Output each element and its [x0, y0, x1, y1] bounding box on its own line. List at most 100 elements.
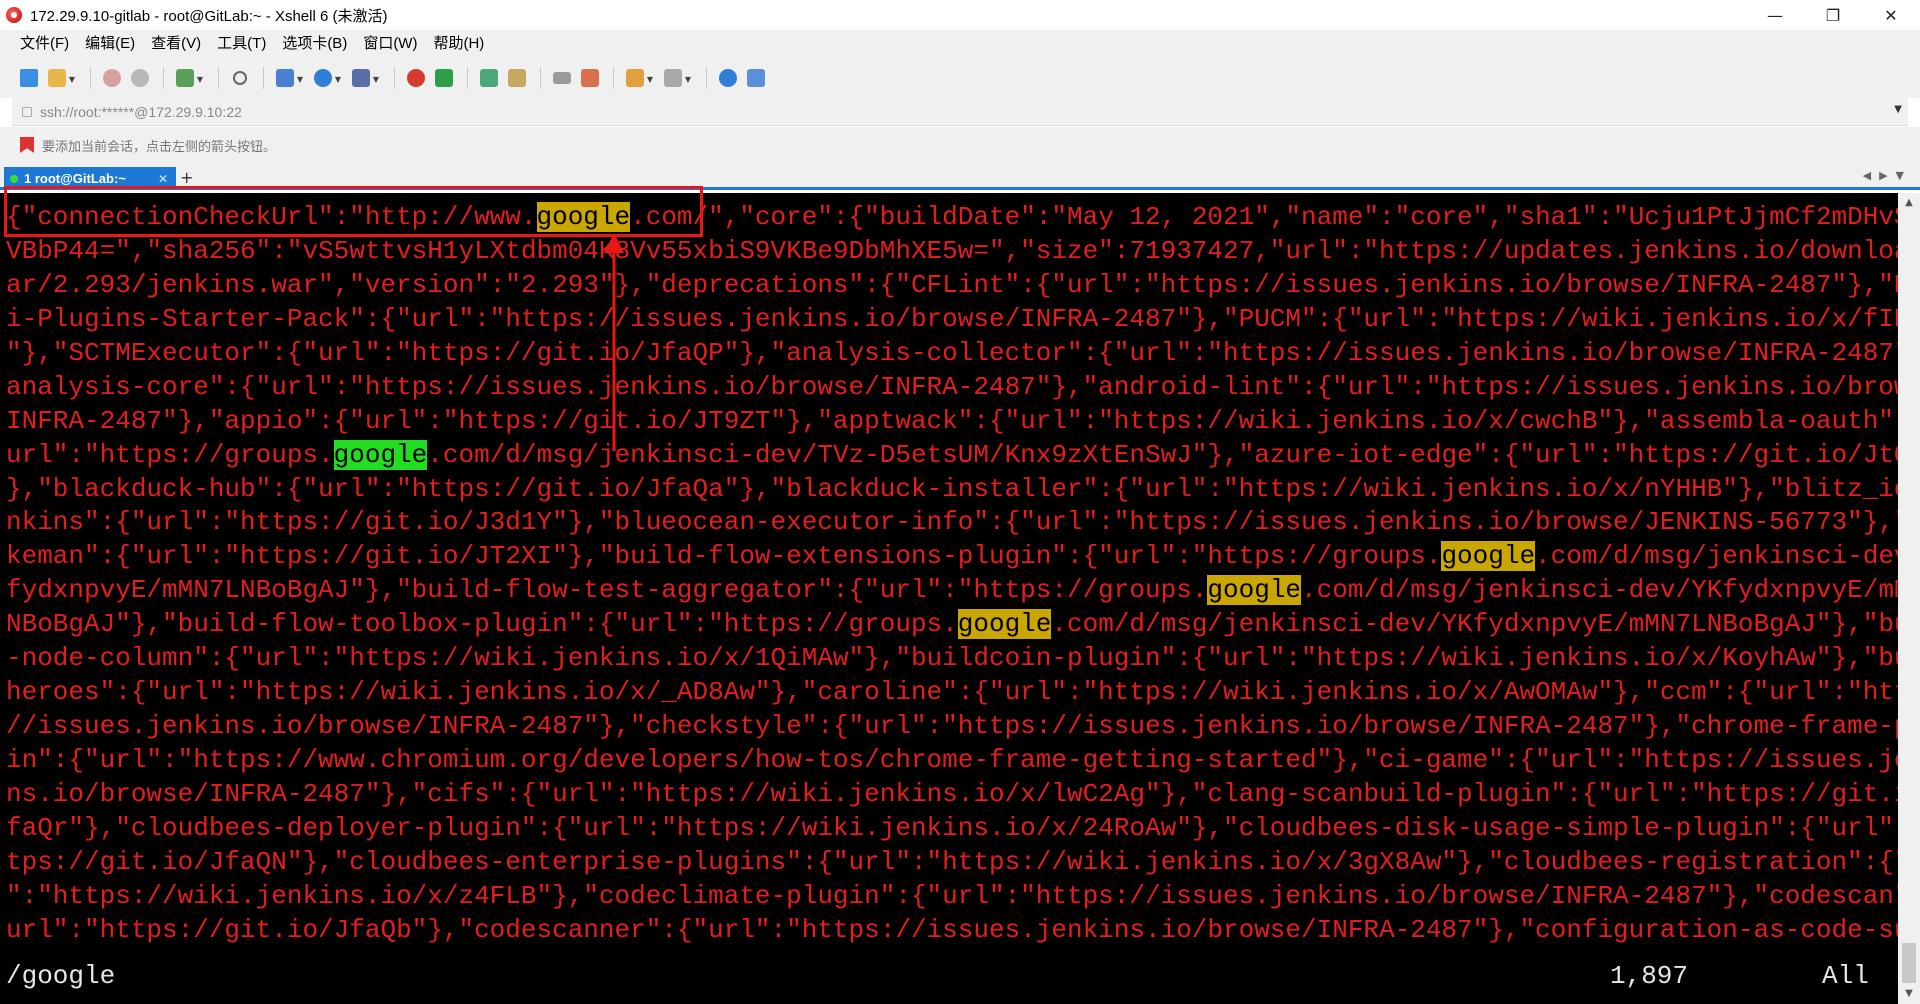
font-icon[interactable]: ▼: [348, 65, 379, 91]
xshell-icon[interactable]: [403, 65, 429, 91]
terminal-text: NBoBgAJ"},"build-flow-toolbox-plugin":{"…: [6, 609, 958, 640]
menu-tools[interactable]: 工具(T): [209, 30, 274, 58]
terminal-line: },"blackduck-hub":{"url":"https://git.io…: [6, 473, 1898, 507]
terminal-line: in":{"url":"https://www.chromium.org/dev…: [6, 744, 1898, 778]
terminal-text: analysis-core":{"url":"https://issues.je…: [6, 371, 1898, 402]
terminal-line: ar/2.293/jenkins.war","version":"2.293"}…: [6, 269, 1898, 303]
scroll-down-icon[interactable]: ▼: [1898, 984, 1920, 1004]
menu-window[interactable]: 窗口(W): [355, 30, 425, 58]
toolbar: ▼ ▼ ▼ ▼ ▼ ▼ ▼: [0, 58, 1920, 98]
close-button[interactable]: ✕: [1862, 0, 1920, 30]
terminal-line: VBbP44=","sha256":"vS5wttvsH1yLXtdbm04K8…: [6, 235, 1898, 269]
toolbar-separator: [263, 67, 264, 89]
terminal-line: i-Plugins-Starter-Pack":{"url":"https://…: [6, 303, 1898, 337]
terminal-line: nkins":{"url":"https://git.io/J3d1Y"},"b…: [6, 506, 1898, 540]
terminal-text: //issues.jenkins.io/browse/INFRA-2487"},…: [6, 711, 1898, 742]
cursor-position: 1,897: [1610, 961, 1689, 991]
lock-icon: [22, 106, 32, 117]
toolbar-separator: [467, 67, 468, 89]
maximize-button[interactable]: ❐: [1804, 0, 1862, 30]
toolbar-separator: [613, 67, 614, 89]
fullscreen-icon[interactable]: [476, 65, 502, 91]
terminal-line: heroes":{"url":"https://wiki.jenkins.io/…: [6, 676, 1898, 710]
xftp-icon[interactable]: [431, 65, 457, 91]
highlight-icon[interactable]: [577, 65, 603, 91]
connected-status-icon: [10, 174, 18, 183]
lock-icon[interactable]: [504, 65, 530, 91]
terminal-text: fydxnpvyE/mMN7LNBoBgAJ"},"build-flow-tes…: [6, 575, 1208, 606]
terminal-line: ":"https://wiki.jenkins.io/x/z4FLB"},"co…: [6, 880, 1898, 914]
find-icon[interactable]: [227, 65, 253, 91]
address-field[interactable]: ssh://root:******@172.29.9.10:22: [40, 104, 242, 120]
terminal-text: INFRA-2487"},"appio":{"url":"https://git…: [6, 405, 1898, 436]
disconnect-icon[interactable]: [127, 65, 153, 91]
toolbar-separator: [90, 67, 91, 89]
help-icon[interactable]: [715, 65, 741, 91]
scroll-up-icon[interactable]: ▲: [1898, 193, 1920, 213]
terminal-line: url":"https://git.io/JfaQb"},"codescanne…: [6, 914, 1898, 948]
terminal-line: keman":{"url":"https://git.io/JT2XI"},"b…: [6, 540, 1898, 574]
scrollbar-thumb[interactable]: [1902, 943, 1916, 983]
keyboard-icon[interactable]: [549, 65, 575, 91]
close-icon[interactable]: ✕: [158, 172, 172, 186]
terminal-text: nkins":{"url":"https://git.io/J3d1Y"},"b…: [6, 507, 1898, 538]
terminal-line: "},"SCTMExecutor":{"url":"https://git.io…: [6, 337, 1898, 371]
current-search-match: google: [333, 439, 428, 470]
terminal-line: ns.io/browse/INFRA-2487"},"cifs":{"url":…: [6, 778, 1898, 812]
menu-bar: 文件(F) 编辑(E) 查看(V) 工具(T) 选项卡(B) 窗口(W) 帮助(…: [0, 30, 1920, 58]
terminal-text: ns.io/browse/INFRA-2487"},"cifs":{"url":…: [6, 778, 1898, 809]
new-session-icon[interactable]: [16, 65, 42, 91]
toolbar-separator: [163, 67, 164, 89]
bookmark-icon[interactable]: [20, 137, 34, 153]
terminal-text: url":"https://groups.: [6, 439, 334, 470]
compose-icon[interactable]: ▼: [622, 65, 653, 91]
minimize-button[interactable]: —: [1746, 0, 1804, 30]
terminal-text: .com/","core":{"buildDate":"May 12, 2021…: [630, 202, 1898, 232]
menu-view[interactable]: 查看(V): [143, 30, 209, 58]
annotation-highlight-box: [4, 186, 703, 237]
terminal-text: .com/d/msg/jenkinsci-dev/TVz-D5etsUM/Knx…: [427, 439, 1898, 470]
search-match: google: [1441, 541, 1536, 572]
toolbar-separator: [394, 67, 395, 89]
terminal-scrollbar[interactable]: ▲ ▼: [1898, 193, 1920, 1004]
globe-icon[interactable]: ▼: [310, 65, 341, 91]
menu-edit[interactable]: 编辑(E): [77, 30, 143, 58]
terminal-area[interactable]: {"connectionCheckUrl":"http://www.google…: [0, 193, 1898, 1004]
terminal-line: //issues.jenkins.io/browse/INFRA-2487"},…: [6, 710, 1898, 744]
terminal-text: "},"SCTMExecutor":{"url":"https://git.io…: [6, 337, 1898, 368]
chevron-down-icon[interactable]: ▼: [1894, 104, 1902, 115]
window-title: 172.29.9.10-gitlab - root@GitLab:~ - Xsh…: [30, 7, 388, 25]
title-bar: 172.29.9.10-gitlab - root@GitLab:~ - Xsh…: [0, 0, 1920, 30]
new-tab-button[interactable]: +: [180, 168, 193, 187]
vim-status-line: /google 1,897 All: [6, 959, 1886, 993]
reconnect-icon[interactable]: [99, 65, 125, 91]
search-match: google: [957, 609, 1052, 640]
search-command: /google: [6, 961, 116, 991]
address-bar[interactable]: ssh://root:******@172.29.9.10:22 ▼: [12, 98, 1908, 126]
chat-icon[interactable]: [743, 65, 769, 91]
tab-navigation-icon[interactable]: ◀▶▼: [1863, 169, 1912, 182]
layout-icon[interactable]: ▼: [660, 65, 691, 91]
tab-label: 1 root@GitLab:~: [24, 171, 126, 186]
terminal-line: NBoBgAJ"},"build-flow-toolbox-plugin":{"…: [6, 608, 1898, 642]
properties-icon[interactable]: ▼: [172, 65, 203, 91]
menu-help[interactable]: 帮助(H): [425, 30, 492, 58]
terminal-text: ar/2.293/jenkins.war","version":"2.293"}…: [6, 269, 1898, 300]
terminal-line: INFRA-2487"},"appio":{"url":"https://git…: [6, 405, 1898, 439]
terminal-text: keman":{"url":"https://git.io/JT2XI"},"b…: [6, 541, 1442, 572]
toolbar-separator: [706, 67, 707, 89]
terminal-text: i-Plugins-Starter-Pack":{"url":"https://…: [6, 303, 1898, 334]
terminal-line: analysis-core":{"url":"https://issues.je…: [6, 371, 1898, 405]
open-folder-icon[interactable]: ▼: [44, 65, 75, 91]
terminal-text: VBbP44=","sha256":"vS5wttvsH1yLXtdbm04K8…: [6, 235, 1898, 266]
transfer-icon[interactable]: ▼: [272, 65, 303, 91]
terminal-text: ":"https://wiki.jenkins.io/x/z4FLB"},"co…: [6, 880, 1898, 911]
terminal-text: },"blackduck-hub":{"url":"https://git.io…: [6, 473, 1898, 504]
terminal-line: fydxnpvyE/mMN7LNBoBgAJ"},"build-flow-tes…: [6, 574, 1898, 608]
terminal-text: .com/d/msg/jenkinsci-dev/YK: [1535, 541, 1898, 572]
menu-file[interactable]: 文件(F): [12, 30, 77, 58]
menu-tabs[interactable]: 选项卡(B): [274, 30, 355, 58]
terminal-output: {"connectionCheckUrl":"http://www.google…: [6, 201, 1898, 948]
annotation-arrow: [604, 233, 624, 451]
terminal-text: -node-column":{"url":"https://wiki.jenki…: [6, 643, 1898, 674]
